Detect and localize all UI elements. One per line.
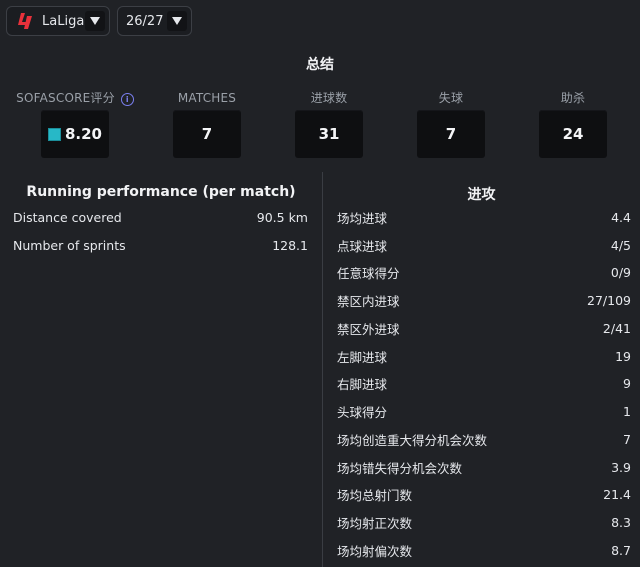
- rating-color-swatch: [47, 127, 61, 141]
- attack-row: 禁区外进球 2/41: [337, 318, 631, 338]
- running-row: Distance covered 90.5 km: [13, 207, 308, 227]
- attack-row-label: 场均进球: [337, 210, 388, 226]
- attack-row-label: 点球进球: [337, 238, 388, 254]
- team-stats-page: LaLiga 26/27 总结 SOFASCORE评分 i 8.20 MATCHE…: [0, 0, 640, 567]
- attack-row: 左脚进球 19: [337, 346, 631, 366]
- stat-conceded: 失球 7: [391, 90, 511, 158]
- attack-row: 场均错失得分机会次数 3.9: [337, 457, 631, 477]
- stat-rating-label: SOFASCORE评分: [16, 91, 115, 105]
- attack-row-label: 场均创造重大得分机会次数: [337, 432, 488, 448]
- attack-row: 场均创造重大得分机会次数 7: [337, 429, 631, 449]
- laliga-logo-icon: [16, 11, 36, 31]
- stat-assists: 助杀 24: [513, 90, 633, 158]
- rating-value-box: 8.20: [41, 110, 109, 158]
- attack-row: 场均进球 4.4: [337, 207, 631, 227]
- attack-row-label: 头球得分: [337, 404, 388, 420]
- attack-row-value: 21.4: [603, 486, 631, 502]
- attack-row: 场均射正次数 8.3: [337, 512, 631, 532]
- attack-section-title: 进攻: [467, 187, 496, 203]
- attack-row-value: 19: [615, 348, 631, 364]
- attack-row-value: 8.7: [611, 542, 631, 558]
- attack-row-label: 场均总射门数: [337, 487, 413, 503]
- attack-row: 右脚进球 9: [337, 373, 631, 393]
- attack-row-label: 禁区外进球: [337, 321, 400, 337]
- attack-row-value: 1: [623, 403, 631, 419]
- matches-value: 7: [173, 110, 241, 158]
- chevron-down-icon[interactable]: [167, 11, 187, 31]
- goals-value: 31: [295, 110, 363, 158]
- league-label: LaLiga: [42, 13, 85, 29]
- attack-row: 任意球得分 0/9: [337, 262, 631, 282]
- summary-title: 总结: [306, 57, 334, 73]
- attack-row-label: 左脚进球: [337, 349, 388, 365]
- stat-rating-label-row: SOFASCORE评分 i: [0, 90, 150, 106]
- stat-assists-label: 助杀: [560, 91, 586, 105]
- attack-row-label: 场均射正次数: [337, 515, 413, 531]
- stat-matches-label: MATCHES: [177, 91, 237, 105]
- stat-rating: SOFASCORE评分 i 8.20: [0, 90, 150, 158]
- attack-row-value: 2/41: [602, 320, 631, 336]
- attack-row-value: 7: [623, 431, 631, 447]
- attack-row-value: 3.9: [611, 459, 631, 475]
- conceded-value: 7: [417, 110, 485, 158]
- attack-row-value: 0/9: [610, 264, 631, 280]
- attack-row-value: 27/109: [587, 292, 631, 308]
- attack-row-value: 4.4: [611, 209, 631, 225]
- running-row-label: Distance covered: [13, 209, 122, 225]
- stat-matches: MATCHES 7: [147, 90, 267, 158]
- running-row-label: Number of sprints: [13, 237, 126, 253]
- attack-row: 头球得分 1: [337, 401, 631, 421]
- league-selector[interactable]: LaLiga: [6, 6, 110, 36]
- attack-row-label: 右脚进球: [337, 376, 388, 392]
- attack-row-label: 禁区内进球: [337, 293, 400, 309]
- season-selector[interactable]: 26/27: [117, 6, 192, 36]
- stat-goals-label: 进球数: [310, 91, 348, 105]
- rating-value: 8.20: [64, 125, 102, 143]
- chevron-down-icon[interactable]: [85, 11, 105, 31]
- running-row-value: 90.5 km: [256, 209, 308, 225]
- attack-row-label: 场均错失得分机会次数: [337, 460, 463, 476]
- attack-row-label: 任意球得分: [337, 265, 400, 281]
- attack-row-value: 4/5: [610, 237, 631, 253]
- running-row: Number of sprints 128.1: [13, 235, 308, 255]
- attack-row: 点球进球 4/5: [337, 235, 631, 255]
- attack-row-label: 场均射偏次数: [337, 543, 413, 559]
- column-divider: [322, 172, 323, 567]
- stat-goals: 进球数 31: [269, 90, 389, 158]
- stat-conceded-label: 失球: [438, 91, 464, 105]
- attack-row-value: 8.3: [611, 514, 631, 530]
- attack-row: 禁区内进球 27/109: [337, 290, 631, 310]
- season-label: 26/27: [126, 13, 164, 29]
- assists-value: 24: [539, 110, 607, 158]
- info-icon[interactable]: i: [120, 93, 134, 106]
- attack-row: 场均总射门数 21.4: [337, 484, 631, 504]
- attack-row-value: 9: [623, 375, 631, 391]
- attack-row: 场均射偏次数 8.7: [337, 540, 631, 560]
- running-section-title: Running performance (per match): [26, 184, 296, 200]
- running-row-value: 128.1: [272, 237, 308, 253]
